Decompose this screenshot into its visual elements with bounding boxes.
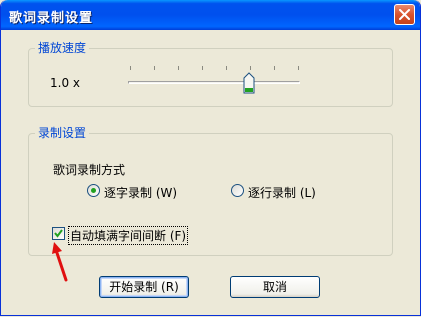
slider-tick [226, 66, 227, 70]
speed-value-label: 1.0 x [50, 76, 80, 90]
slider-thumb-icon [243, 72, 255, 94]
radio-line-label: 逐行录制 (L) [248, 186, 316, 200]
speed-slider-thumb[interactable] [243, 72, 255, 97]
radio-char-label: 逐字录制 (W) [104, 186, 178, 200]
title-bar[interactable]: 歌词录制设置 [1, 0, 420, 30]
red-arrow-icon [52, 242, 68, 282]
radio-char-circle [87, 184, 100, 197]
speed-slider-track[interactable] [128, 81, 300, 84]
speed-group: 播放速度 [28, 41, 393, 107]
cancel-button[interactable]: 取消 [230, 276, 320, 298]
slider-tick [202, 66, 203, 70]
slider-tick [154, 66, 155, 70]
close-button[interactable] [394, 4, 415, 25]
record-group-legend: 录制设置 [35, 126, 90, 140]
slider-tick [178, 66, 179, 70]
speed-group-legend: 播放速度 [35, 41, 90, 55]
radio-line-circle [231, 184, 244, 197]
window-title: 歌词录制设置 [9, 11, 94, 26]
checkmark-icon [54, 229, 63, 238]
dialog-window: 歌词录制设置 播放速度 1.0 x 录制设置 歌词录制方式 逐字录制 (W) 逐… [0, 0, 421, 316]
auto-fill-box [52, 227, 65, 240]
slider-tick [274, 66, 275, 70]
slider-tick [298, 66, 299, 70]
close-icon [399, 9, 410, 20]
slider-tick [130, 66, 131, 70]
record-mode-label: 歌词录制方式 [53, 163, 126, 177]
radio-selected-dot [91, 188, 96, 193]
start-record-button[interactable]: 开始录制 (R) [99, 276, 189, 298]
slider-tick [250, 66, 251, 70]
auto-fill-label: 自动填满字间间断 (F) [68, 226, 189, 245]
